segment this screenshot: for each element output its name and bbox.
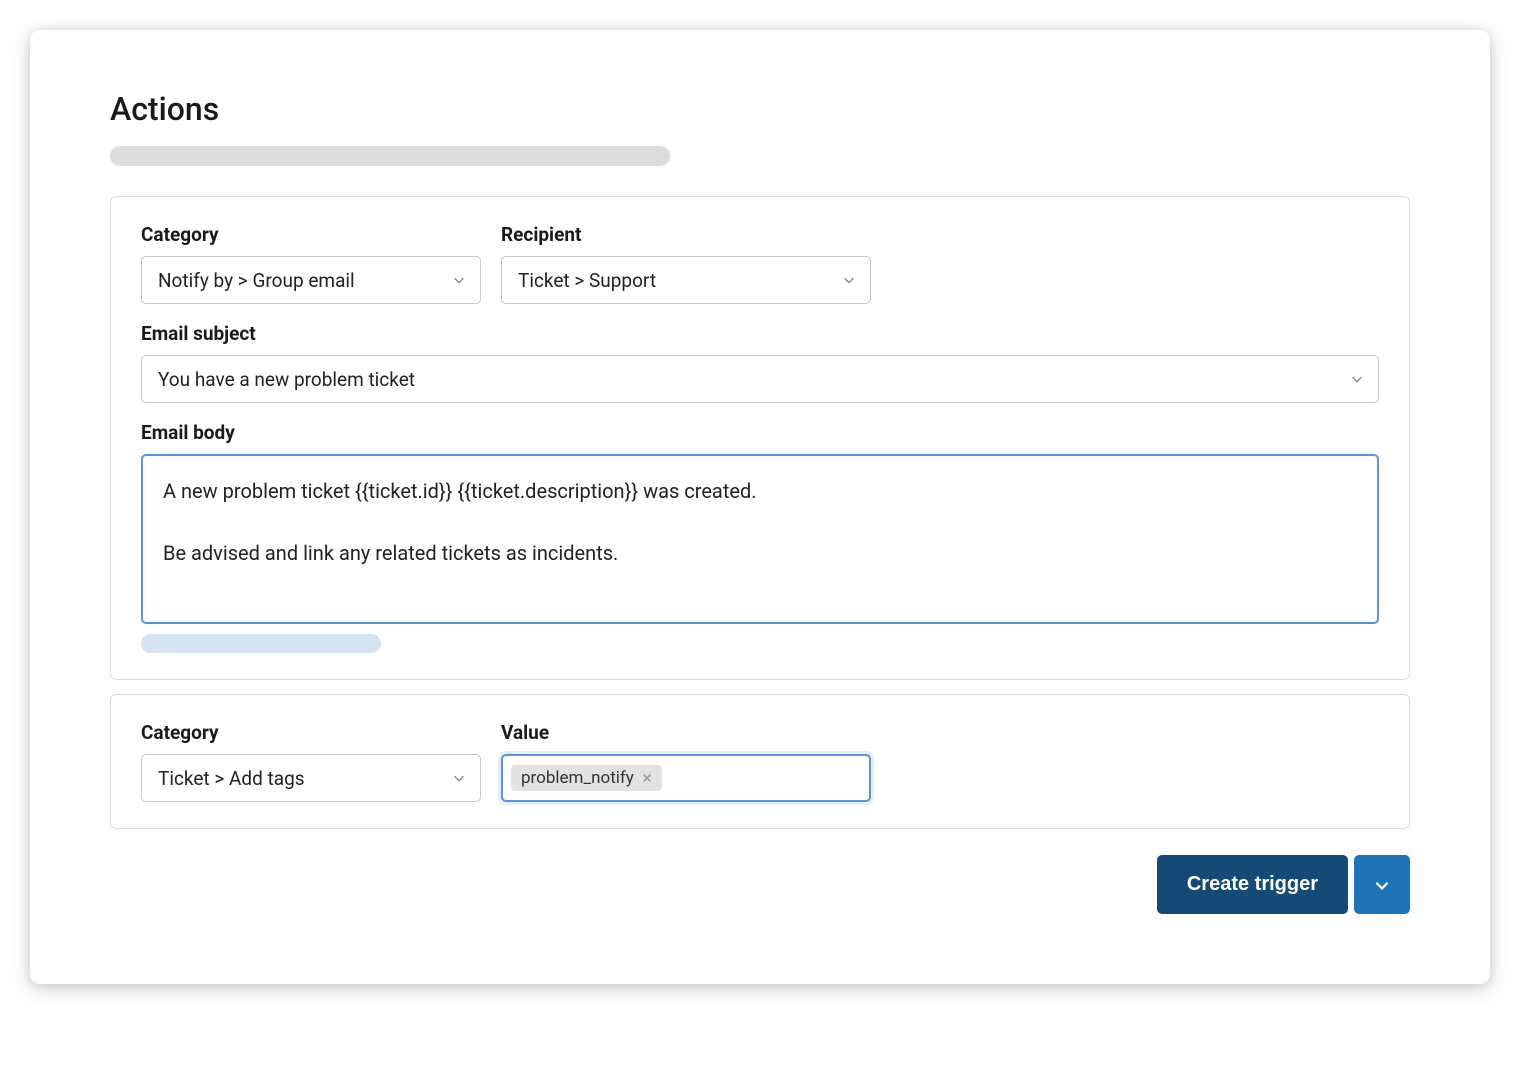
field-email-body: Email body A new problem ticket {{ticket… (141, 421, 1379, 653)
tag-remove-icon[interactable] (640, 771, 654, 785)
email-body-textarea[interactable]: A new problem ticket {{ticket.id}} {{tic… (141, 454, 1379, 624)
body-helper-placeholder (141, 634, 381, 653)
field-category-2: Category Ticket > Add tags (141, 721, 481, 802)
actions-panel: Actions Category Notify by > Group email… (30, 30, 1490, 984)
tag-chip-label: problem_notify (521, 768, 634, 788)
recipient-label: Recipient (501, 223, 871, 246)
category-select-value: Notify by > Group email (158, 269, 355, 292)
email-body-label: Email body (141, 421, 1379, 444)
email-subject-label: Email subject (141, 322, 1379, 345)
chevron-down-icon (842, 273, 856, 287)
field-email-subject: Email subject You have a new problem tic… (141, 322, 1379, 403)
category-label: Category (141, 223, 481, 246)
category-select[interactable]: Notify by > Group email (141, 256, 481, 304)
action-card-tags: Category Ticket > Add tags Value problem… (110, 694, 1410, 829)
email-subject-value: You have a new problem ticket (158, 368, 415, 391)
email-subject-select[interactable]: You have a new problem ticket (141, 355, 1379, 403)
create-trigger-button[interactable]: Create trigger (1157, 855, 1348, 914)
field-recipient: Recipient Ticket > Support (501, 223, 871, 304)
category-select-2[interactable]: Ticket > Add tags (141, 754, 481, 802)
subtitle-placeholder (110, 146, 670, 166)
chevron-down-icon (452, 273, 466, 287)
category-select-value-2: Ticket > Add tags (158, 767, 305, 790)
value-label: Value (501, 721, 871, 744)
action-card-notify: Category Notify by > Group email Recipie… (110, 196, 1410, 680)
chevron-down-icon (1373, 876, 1391, 894)
footer-buttons: Create trigger (110, 855, 1410, 914)
create-trigger-dropdown-button[interactable] (1354, 855, 1410, 914)
recipient-select-value: Ticket > Support (518, 269, 656, 292)
recipient-select[interactable]: Ticket > Support (501, 256, 871, 304)
tag-chip: problem_notify (511, 765, 662, 791)
page-title: Actions (110, 90, 1410, 128)
category-label-2: Category (141, 721, 481, 744)
field-category: Category Notify by > Group email (141, 223, 481, 304)
tags-input[interactable]: problem_notify (501, 754, 871, 802)
chevron-down-icon (452, 771, 466, 785)
chevron-down-icon (1350, 372, 1364, 386)
field-value: Value problem_notify (501, 721, 871, 802)
